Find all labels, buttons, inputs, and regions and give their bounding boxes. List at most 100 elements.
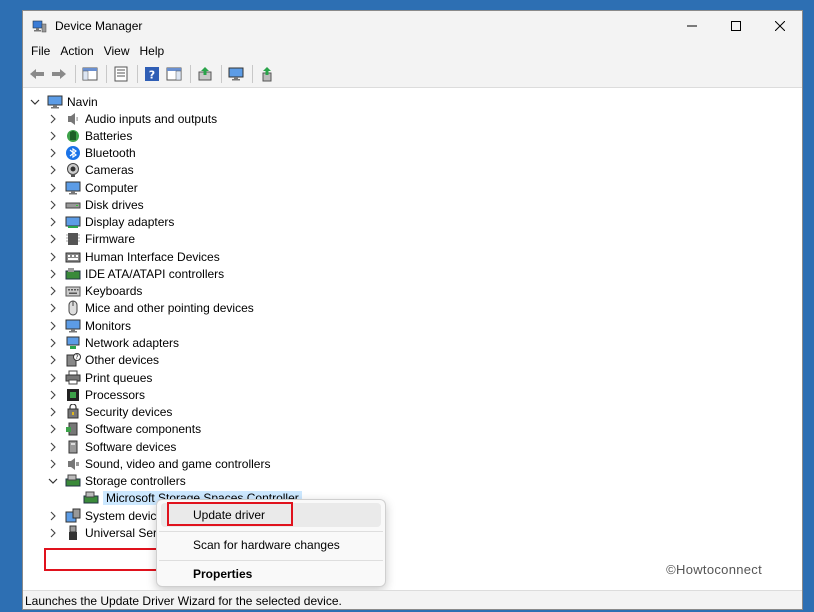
tree-item-label: Monitors (85, 318, 132, 333)
tree-root-label: Navin (67, 94, 98, 109)
tree-category[interactable]: Cameras (47, 162, 134, 179)
tree-root[interactable]: Navin (29, 93, 98, 110)
tree-category[interactable]: Security devices (47, 404, 172, 421)
show-hide-console-tree-button[interactable] (80, 64, 100, 84)
menu-bar: File Action View Help (23, 41, 802, 61)
menu-help[interactable]: Help (135, 44, 170, 58)
chevron-right-icon[interactable] (47, 458, 59, 470)
menu-separator (159, 560, 383, 561)
tree-item-label: Sound, video and game controllers (85, 456, 271, 471)
tree-item-label: Mice and other pointing devices (85, 301, 254, 316)
tree-category[interactable]: Disk drives (47, 196, 144, 213)
chevron-right-icon[interactable] (47, 527, 59, 539)
context-menu: Update driver Scan for hardware changes … (156, 499, 386, 587)
tree-category[interactable]: Bluetooth (47, 145, 136, 162)
chevron-down-icon[interactable] (29, 96, 41, 108)
chevron-right-icon[interactable] (47, 389, 59, 401)
chevron-right-icon[interactable] (47, 302, 59, 314)
title-bar: Device Manager (23, 11, 802, 41)
tree-category[interactable]: Print queues (47, 369, 152, 386)
chevron-right-icon[interactable] (47, 268, 59, 280)
chevron-right-icon[interactable] (47, 372, 59, 384)
tree-category[interactable]: Audio inputs and outputs (47, 110, 217, 127)
chevron-right-icon[interactable] (47, 510, 59, 522)
action-pane-button[interactable] (164, 64, 184, 84)
chevron-right-icon[interactable] (47, 406, 59, 418)
tree-category[interactable]: Software devices (47, 438, 176, 455)
chevron-right-icon[interactable] (47, 320, 59, 332)
chevron-right-icon[interactable] (47, 441, 59, 453)
tree-category[interactable]: IDE ATA/ATAPI controllers (47, 265, 224, 282)
chevron-right-icon[interactable] (47, 233, 59, 245)
tree-category[interactable]: Display adapters (47, 214, 174, 231)
tree-category[interactable]: Sound, video and game controllers (47, 455, 270, 472)
chevron-right-icon[interactable] (47, 251, 59, 263)
tree-item-label: Software components (85, 422, 202, 437)
chevron-right-icon[interactable] (47, 285, 59, 297)
system-device-icon (65, 508, 81, 524)
tree-category[interactable]: Firmware (47, 231, 135, 248)
enable-device-button[interactable] (257, 64, 277, 84)
forward-button[interactable] (49, 64, 69, 84)
scan-hardware-menu-item[interactable]: Scan for hardware changes (161, 533, 381, 557)
tree-category[interactable]: Processors (47, 386, 145, 403)
update-driver-toolbar-button[interactable] (195, 64, 215, 84)
chevron-right-icon[interactable] (47, 113, 59, 125)
tree-item-label: Human Interface Devices (85, 249, 220, 264)
chevron-right-icon[interactable] (47, 164, 59, 176)
chevron-right-icon[interactable] (47, 354, 59, 366)
tree-item-label: Processors (85, 387, 146, 402)
properties-button[interactable] (111, 64, 131, 84)
menu-action[interactable]: Action (55, 44, 98, 58)
toolbar: ? (23, 61, 802, 88)
tree-item-label: Network adapters (85, 336, 180, 350)
chevron-right-icon[interactable] (47, 337, 59, 349)
chevron-right-icon[interactable] (47, 147, 59, 159)
tree-category[interactable]: Computer (47, 179, 138, 196)
menu-view[interactable]: View (99, 44, 135, 58)
properties-label: Properties (193, 567, 253, 581)
toolbar-separator (221, 65, 222, 83)
forward-arrow-icon (52, 69, 66, 79)
tree-category[interactable]: Mice and other pointing devices (47, 300, 254, 317)
menu-separator (159, 531, 383, 532)
tree-item-label: Cameras (85, 163, 134, 178)
chevron-right-icon[interactable] (47, 216, 59, 228)
tree-category[interactable]: Storage controllers (47, 473, 186, 490)
chevron-right-icon[interactable] (47, 182, 59, 194)
tree-category[interactable]: Human Interface Devices (47, 248, 220, 265)
close-button[interactable] (758, 11, 802, 41)
maximize-button[interactable] (714, 11, 758, 41)
window-title: Device Manager (55, 19, 143, 33)
tree-category[interactable]: Keyboards (47, 283, 142, 300)
scan-hardware-button[interactable] (226, 64, 246, 84)
tree-item-label: Software devices (85, 439, 177, 454)
sound-controller-icon (65, 456, 81, 472)
update-driver-icon (198, 67, 212, 81)
maximize-icon (731, 21, 741, 31)
tree-category[interactable]: Software components (47, 421, 201, 438)
tree-item-label: Audio inputs and outputs (85, 111, 218, 126)
chevron-right-icon[interactable] (47, 130, 59, 142)
chevron-right-icon[interactable] (47, 423, 59, 435)
tree-category[interactable]: System devices (47, 507, 169, 524)
tree-category[interactable]: Network adapters (47, 335, 179, 352)
minimize-button[interactable] (670, 11, 714, 41)
monitor-icon (65, 318, 81, 334)
properties-menu-item[interactable]: Properties (161, 562, 381, 586)
help-button[interactable]: ? (142, 64, 162, 84)
status-bar: Launches the Update Driver Wizard for th… (23, 590, 802, 609)
chevron-down-icon[interactable] (47, 475, 59, 487)
minimize-icon (687, 25, 697, 27)
back-button[interactable] (27, 64, 47, 84)
device-tree: Navin Audio inputs and outputs Batteries B… (23, 89, 802, 590)
console-tree-icon (82, 67, 98, 81)
chevron-right-icon[interactable] (47, 199, 59, 211)
menu-file[interactable]: File (26, 44, 55, 58)
tree-category[interactable]: Batteries (47, 127, 132, 144)
tree-item-label: Print queues (85, 370, 153, 385)
svg-text:?: ? (75, 354, 78, 361)
tree-category[interactable]: Monitors (47, 317, 131, 334)
tree-category[interactable]: ? Other devices (47, 352, 159, 369)
battery-icon (65, 128, 81, 144)
